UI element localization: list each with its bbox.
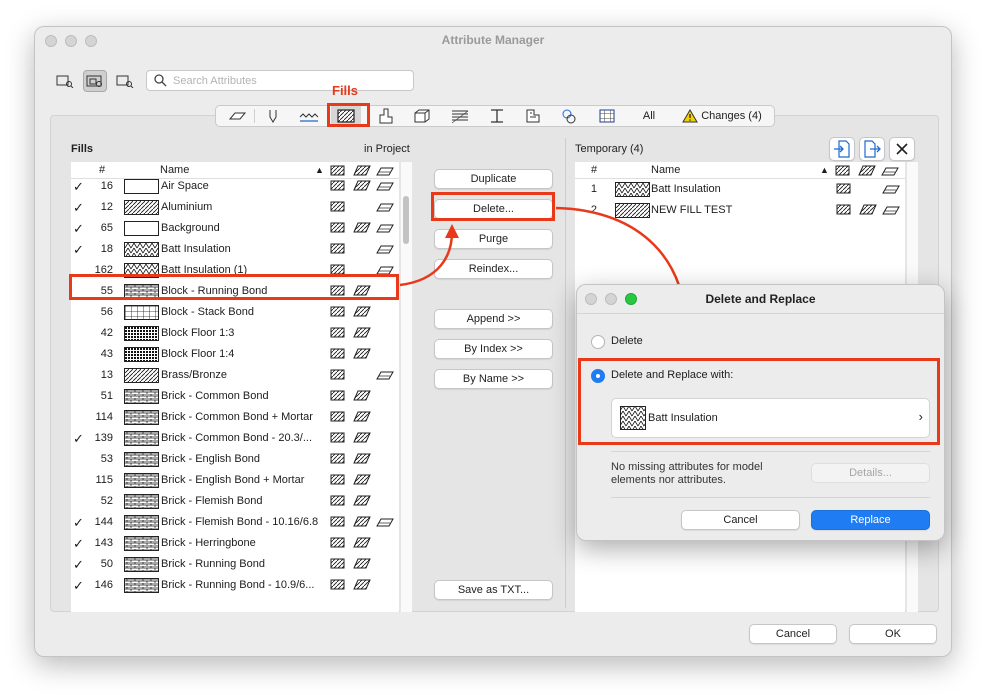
dialog-divider-1 [611,451,930,452]
replace-option-highlight [578,358,940,445]
delete-radio[interactable] [591,335,605,349]
dialog-title-divider [577,313,944,314]
dialog-info-text: No missing attributes for model elements… [611,461,763,486]
dialog-title: Delete and Replace [705,292,816,306]
delete-radio-label[interactable]: Delete [611,335,643,347]
replace-button[interactable]: Replace [811,510,930,530]
details-button[interactable]: Details... [811,463,930,483]
dialog-cancel-button[interactable]: Cancel [681,510,800,530]
dialog-divider-2 [611,497,930,498]
